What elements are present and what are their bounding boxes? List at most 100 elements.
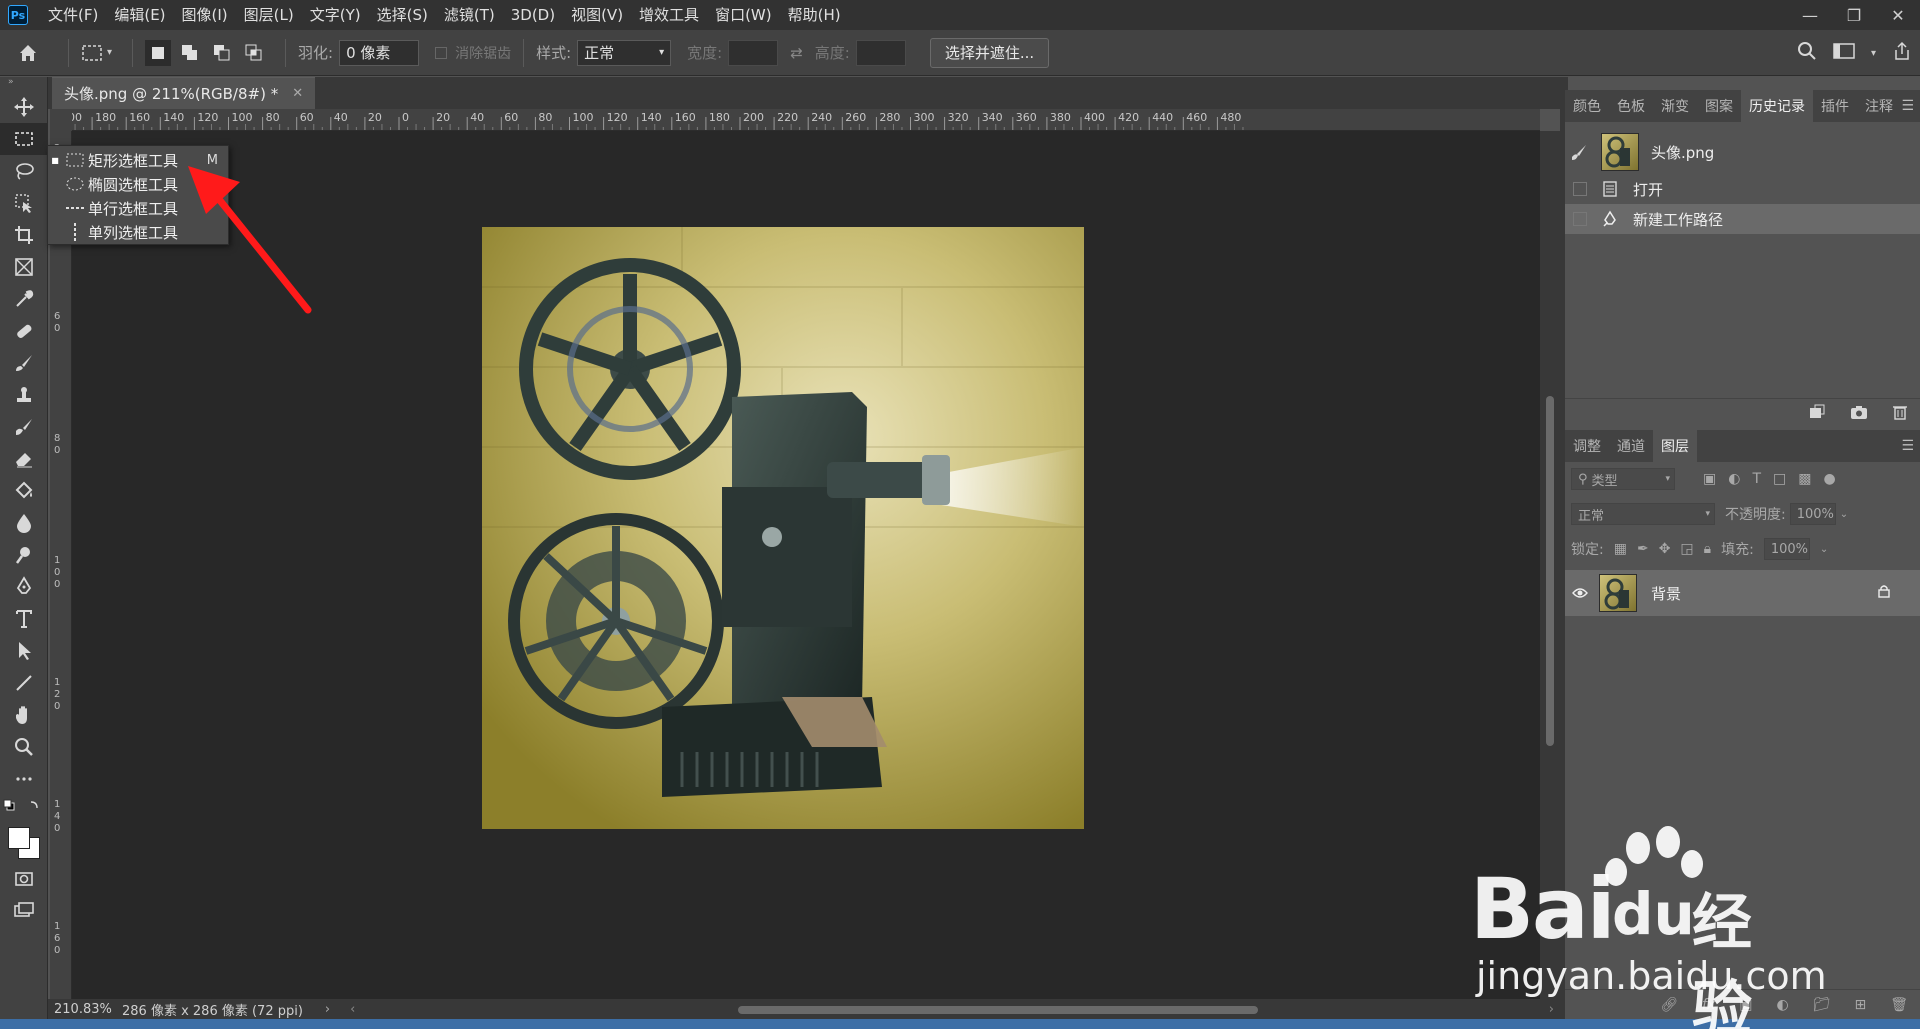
menu-item-1[interactable]: 编辑(E) (106, 0, 173, 30)
panel-tab-5[interactable]: 插件 (1813, 90, 1857, 122)
lock-image-icon[interactable]: ✒ (1637, 541, 1649, 557)
panel-tab-4[interactable]: 历史记录 (1741, 90, 1813, 122)
fill-input[interactable]: 100% (1763, 538, 1810, 560)
zoom-level[interactable]: 210.83% (48, 1002, 112, 1017)
eye-visibility-icon[interactable] (1565, 587, 1595, 599)
collapse-toolbar-icon[interactable]: » (0, 77, 47, 91)
menu-item-5[interactable]: 选择(S) (369, 0, 436, 30)
eraser-tool-icon[interactable] (0, 443, 48, 475)
eyedropper-tool-icon[interactable] (0, 283, 48, 315)
paint-bucket-tool-icon[interactable] (0, 475, 48, 507)
chevron-right-icon[interactable]: › (325, 1002, 330, 1017)
scroll-right-icon[interactable]: › (1549, 1002, 1554, 1017)
history-step-open[interactable]: 打开 (1565, 174, 1920, 204)
height-input[interactable] (855, 39, 906, 66)
menu-item-7[interactable]: 3D(D) (503, 0, 563, 30)
workspace-icon[interactable] (1833, 42, 1855, 64)
panel-tab-3[interactable]: 图案 (1697, 90, 1741, 122)
zoom-tool-icon[interactable] (0, 731, 48, 763)
crop-tool-icon[interactable] (0, 219, 48, 251)
filter-type-icon[interactable]: T (1752, 471, 1761, 487)
menu-item-11[interactable]: 帮助(H) (780, 0, 849, 30)
lock-artboard-icon[interactable]: ◲ (1680, 541, 1693, 557)
panel-tab-1[interactable]: 色板 (1609, 90, 1653, 122)
blur-tool-icon[interactable] (0, 507, 48, 539)
new-document-from-state-icon[interactable] (1808, 404, 1826, 424)
tool-preset-picker[interactable]: ▾ (81, 44, 112, 62)
new-layer-icon[interactable]: ⊞ (1854, 997, 1866, 1013)
style-select[interactable]: 正常 ▾ (577, 39, 672, 66)
panel-menu-icon[interactable]: ☰ (1901, 98, 1914, 114)
menu-item-6[interactable]: 滤镜(T) (436, 0, 503, 30)
photoshop-logo-icon[interactable]: Ps (8, 5, 28, 25)
document-tab[interactable]: 头像.png @ 211%(RGB/8#) * ✕ (52, 77, 316, 109)
filter-toggle-icon[interactable]: ● (1823, 471, 1835, 487)
menu-item-8[interactable]: 视图(V) (563, 0, 631, 30)
horizontal-ruler[interactable]: 2001801601401201008060402002040608010012… (72, 109, 1540, 131)
history-step-new-work-path[interactable]: 新建工作路径 (1565, 204, 1920, 234)
minimize-icon[interactable]: — (1788, 0, 1832, 30)
object-selection-tool-icon[interactable] (0, 187, 48, 219)
frame-tool-icon[interactable] (0, 251, 48, 283)
panel-tab-0[interactable]: 调整 (1565, 430, 1609, 462)
menu-item-9[interactable]: 增效工具 (631, 0, 707, 30)
select-and-mask-button[interactable]: 选择并遮住... (929, 37, 1050, 68)
width-input[interactable] (728, 39, 779, 66)
menu-item-10[interactable]: 窗口(W) (707, 0, 780, 30)
brush-tool-icon[interactable] (0, 347, 48, 379)
color-swap-controls[interactable] (0, 795, 47, 823)
canvas-image[interactable] (482, 227, 1084, 829)
close-tab-icon[interactable]: ✕ (292, 86, 303, 101)
layer-row-background[interactable]: 背景 (1565, 570, 1920, 616)
trash-icon[interactable] (1892, 404, 1908, 424)
new-group-icon[interactable]: 📁︎ (1813, 997, 1831, 1013)
swap-icon[interactable]: ⇄ (790, 44, 803, 62)
chevron-down-icon[interactable]: ⌄ (1820, 544, 1828, 555)
panel-tab-1[interactable]: 通道 (1609, 430, 1653, 462)
camera-snapshot-icon[interactable] (1850, 404, 1868, 424)
add-selection-button[interactable] (177, 40, 203, 66)
move-tool-icon[interactable] (0, 91, 48, 123)
menu-item-3[interactable]: 图层(L) (236, 0, 302, 30)
menu-item-0[interactable]: 文件(F) (40, 0, 106, 30)
lasso-tool-icon[interactable] (0, 155, 48, 187)
filter-smart-object-icon[interactable]: ▩ (1798, 471, 1811, 487)
lock-icon[interactable] (1878, 584, 1890, 602)
vertical-ruler[interactable]: 20 40 60 80 100 120 140 160 (50, 131, 72, 999)
horizontal-scroll-thumb[interactable] (738, 1006, 1258, 1014)
screen-mode-icon[interactable] (0, 895, 48, 927)
lock-all-icon[interactable]: 🔒︎ (1704, 541, 1711, 557)
chevron-down-icon[interactable]: ⌄ (1840, 509, 1848, 520)
more-tools-icon[interactable] (0, 763, 48, 795)
close-icon[interactable]: ✕ (1876, 0, 1920, 30)
clone-stamp-tool-icon[interactable] (0, 379, 48, 411)
foreground-background-colors[interactable] (0, 823, 47, 863)
layer-filter-select[interactable]: ⚲ 类型 ▾ (1571, 468, 1675, 490)
dodge-tool-icon[interactable] (0, 539, 48, 571)
lock-position-icon[interactable]: ✥ (1659, 541, 1671, 557)
scroll-left-icon[interactable]: ‹ (350, 1002, 355, 1017)
pen-tool-icon[interactable] (0, 571, 48, 603)
rectangular-marquee-tool-icon[interactable] (0, 123, 48, 155)
layer-name[interactable]: 背景 (1651, 583, 1681, 604)
panel-menu-icon[interactable]: ☰ (1901, 438, 1914, 454)
panel-tab-2[interactable]: 图层 (1653, 430, 1697, 462)
antialias-checkbox[interactable] (435, 46, 448, 59)
home-icon[interactable] (0, 42, 56, 64)
filter-shape-icon[interactable]: □ (1773, 471, 1786, 487)
line-tool-icon[interactable] (0, 667, 48, 699)
history-checkbox[interactable] (1573, 182, 1587, 196)
panel-tab-6[interactable]: 注释 (1857, 90, 1901, 122)
history-snapshot[interactable]: 头像.png (1565, 130, 1920, 174)
menu-item-2[interactable]: 图像(I) (174, 0, 236, 30)
share-icon[interactable] (1892, 41, 1912, 65)
subtract-selection-button[interactable] (209, 40, 235, 66)
panel-tab-2[interactable]: 渐变 (1653, 90, 1697, 122)
vertical-scroll-thumb[interactable] (1546, 396, 1554, 746)
filter-adjustment-icon[interactable]: ◐ (1728, 471, 1740, 487)
quick-mask-icon[interactable] (0, 863, 48, 895)
search-icon[interactable] (1797, 41, 1817, 65)
opacity-input[interactable]: 100% (1789, 503, 1836, 525)
type-tool-icon[interactable] (0, 603, 48, 635)
trash-icon[interactable]: 🗑︎ (1890, 997, 1908, 1013)
